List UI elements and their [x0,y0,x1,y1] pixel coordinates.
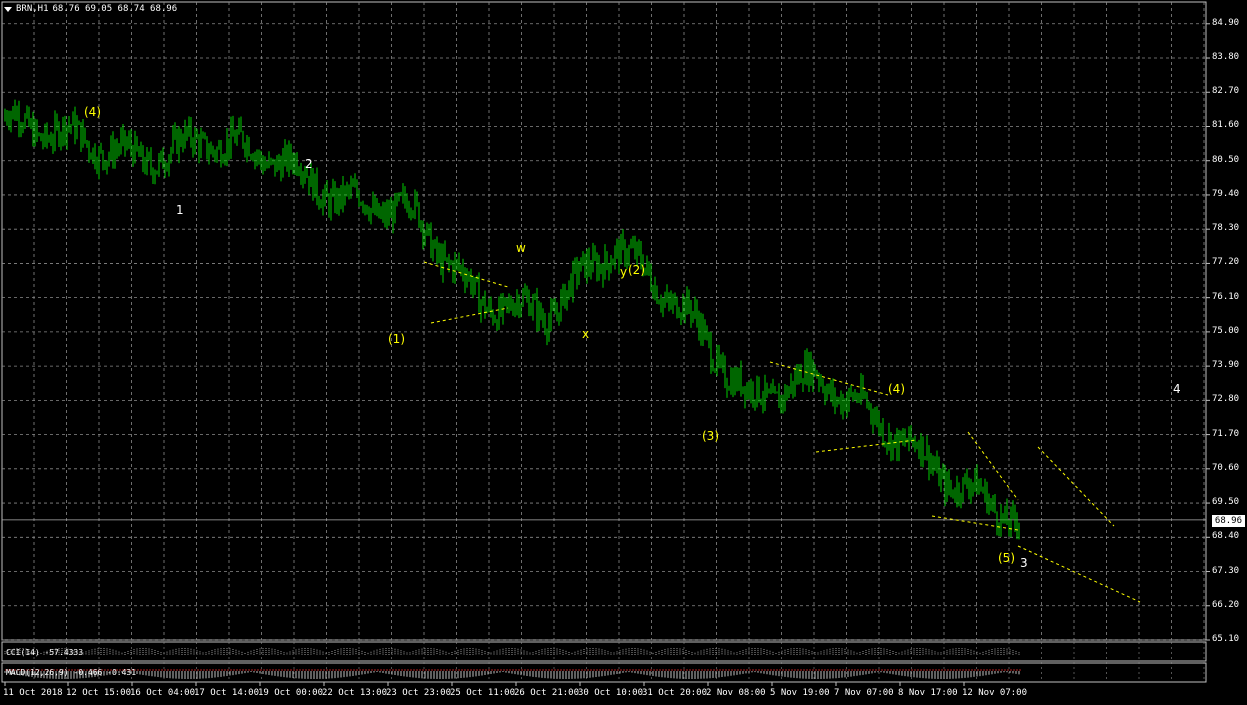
price-tick-label: 70.60 [1212,462,1240,473]
price-tick-label: 78.30 [1212,223,1240,234]
trend-line [430,307,509,324]
wave-label: 3 [1020,556,1028,570]
wave-label: x [582,327,589,341]
price-tick-label: 79.40 [1212,188,1240,199]
symbol-label: BRN,H1 [16,4,49,14]
ohlc-values: 68.76 69.05 68.74 68.96 [52,4,178,14]
price-tick-label: 73.90 [1212,360,1240,371]
price-tick-label: 76.10 [1212,291,1240,302]
time-tick-label: 12 Nov 07:00 [962,688,1028,698]
time-tick-label: 16 Oct 04:00 [130,688,196,698]
time-tick-label: 5 Nov 19:00 [770,688,830,698]
price-tick-label: 66.20 [1212,599,1240,610]
chart-header: BRN,H1 68.76 69.05 68.74 68.96 [4,4,177,14]
wave-labels: (4) 1 2 (1) w x y (2) (3) (4) 4 (5) 3 [84,105,1181,570]
macd-label: MACD(12,26,9) -0.466 -0.431 [6,668,137,677]
current-price-label: 68.96 [1211,515,1245,527]
time-tick-label: 30 Oct 10:00 [578,688,644,698]
price-tick-label: 84.90 [1212,17,1240,28]
dropdown-triangle-icon[interactable] [4,6,12,12]
trend-line [423,261,509,288]
price-tick-label: 77.20 [1212,257,1240,268]
price-tick-label: 65.10 [1212,634,1240,644]
time-tick-label: 8 Nov 17:00 [898,688,958,698]
price-tick-label: 80.50 [1212,154,1240,165]
time-tick-label: 12 Oct 15:00 [66,688,132,698]
price-tick-label: 83.80 [1212,52,1240,63]
wave-label: (3) [702,429,719,443]
trend-line [1017,545,1141,603]
wave-label: 4 [1173,382,1181,396]
wave-label: w [516,241,526,255]
wave-label: (1) [388,332,405,346]
price-tick-label: 71.70 [1212,428,1240,439]
candles [4,99,1020,540]
time-tick-label: 7 Nov 07:00 [834,688,894,698]
price-chart[interactable]: (4) 1 2 (1) w x y (2) (3) (4) 4 (5) 3 [0,0,1247,705]
time-tick-label: 19 Oct 00:00 [258,688,324,698]
wave-label: (4) [84,105,101,119]
time-tick-label: 22 Oct 13:00 [322,688,388,698]
price-tick-label: 81.60 [1212,120,1240,131]
price-tick-label: 67.30 [1212,565,1240,576]
wave-label: (5) [998,551,1015,565]
trend-line [1037,446,1115,527]
cci-label: CCI(14) -57.4333 [6,648,84,657]
chart-grid [1,1,1210,686]
time-tick-label: 11 Oct 2018 [3,688,63,698]
wave-label: 2 [305,157,313,171]
price-tick-label: 82.70 [1212,86,1240,97]
wave-label: (4) [888,382,905,396]
time-tick-label: 2 Nov 08:00 [706,688,766,698]
time-tick-label: 31 Oct 20:00 [642,688,708,698]
price-tick-label: 75.00 [1212,325,1240,336]
price-tick-label: 68.40 [1212,531,1240,542]
time-tick-label: 26 Oct 21:00 [514,688,580,698]
wave-label: (2) [628,263,645,277]
time-tick-label: 23 Oct 23:00 [386,688,452,698]
price-tick-label: 72.80 [1212,394,1240,405]
wave-label: 1 [176,203,184,217]
trend-line [815,439,917,453]
price-tick-label: 69.50 [1212,497,1240,508]
wave-label: y [620,265,627,279]
time-tick-label: 25 Oct 11:00 [450,688,516,698]
time-tick-label: 17 Oct 14:00 [194,688,260,698]
